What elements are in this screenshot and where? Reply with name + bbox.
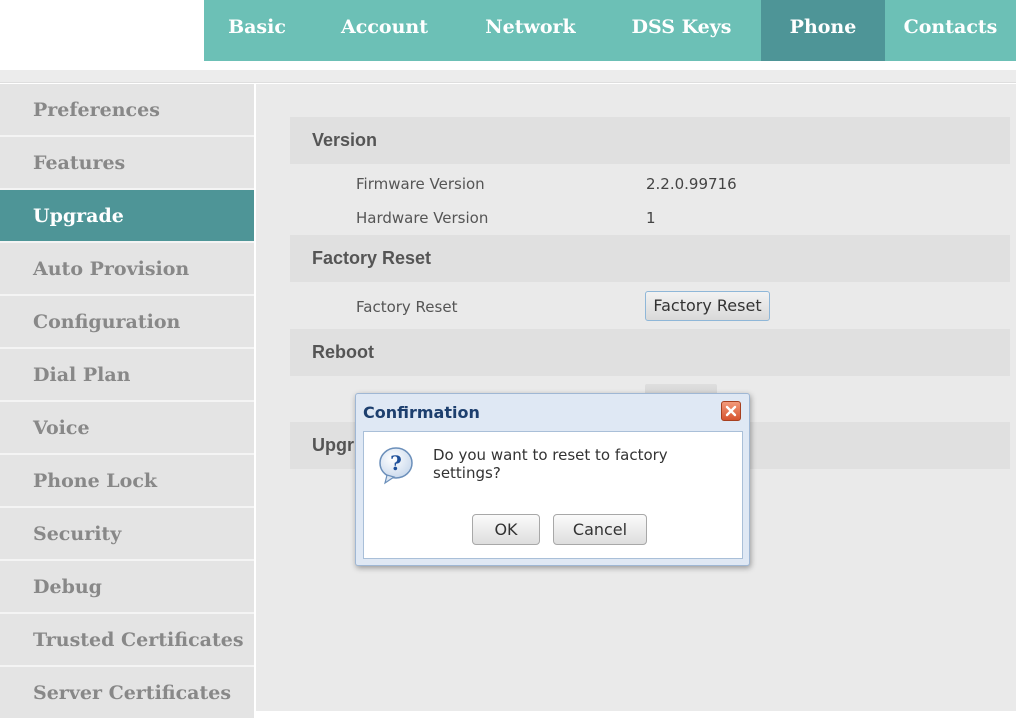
sidebar-item-upgrade[interactable]: Upgrade — [0, 190, 254, 241]
tab-basic[interactable]: Basic — [204, 0, 310, 61]
question-icon: ? — [379, 447, 413, 485]
section-header-reboot: Reboot — [290, 329, 1010, 376]
tab-network[interactable]: Network — [459, 0, 602, 61]
factory-reset-button[interactable]: Factory Reset — [645, 291, 770, 321]
sidebar-item-features[interactable]: Features — [0, 137, 254, 188]
ok-button[interactable]: OK — [472, 514, 540, 545]
top-navigation: Basic Account Network DSS Keys Phone Con… — [204, 0, 1016, 61]
factory-reset-label: Factory Reset — [356, 298, 458, 316]
dialog-title: Confirmation — [363, 403, 480, 422]
sidebar-item-dial-plan[interactable]: Dial Plan — [0, 349, 254, 400]
sidebar-item-server-certificates[interactable]: Server Certificates — [0, 667, 254, 718]
confirmation-dialog: Confirmation ? Do you want to reset to f… — [355, 393, 750, 566]
tab-phone[interactable]: Phone — [761, 0, 885, 61]
svg-text:?: ? — [390, 451, 402, 475]
sidebar-item-debug[interactable]: Debug — [0, 561, 254, 612]
section-header-factory-reset: Factory Reset — [290, 235, 1010, 282]
sidebar-item-phone-lock[interactable]: Phone Lock — [0, 455, 254, 506]
hardware-version-label: Hardware Version — [356, 209, 489, 227]
firmware-version-label: Firmware Version — [356, 175, 485, 193]
sidebar-item-preferences[interactable]: Preferences — [0, 84, 254, 135]
sidebar-item-configuration[interactable]: Configuration — [0, 296, 254, 347]
header-divider — [0, 61, 1016, 83]
sidebar-item-voice[interactable]: Voice — [0, 402, 254, 453]
tab-dss-keys[interactable]: DSS Keys — [602, 0, 761, 61]
hardware-version-value: 1 — [646, 209, 656, 227]
sidebar-item-trusted-certificates[interactable]: Trusted Certificates — [0, 614, 254, 665]
tab-contacts[interactable]: Contacts — [885, 0, 1016, 61]
cancel-button[interactable]: Cancel — [553, 514, 647, 545]
dialog-body: ? Do you want to reset to factory settin… — [363, 431, 743, 559]
tab-account[interactable]: Account — [310, 0, 459, 61]
dialog-message: Do you want to reset to factory settings… — [433, 446, 668, 482]
close-icon[interactable] — [721, 401, 741, 421]
sidebar: Preferences Features Upgrade Auto Provis… — [0, 84, 254, 718]
sidebar-item-auto-provision[interactable]: Auto Provision — [0, 243, 254, 294]
sidebar-item-security[interactable]: Security — [0, 508, 254, 559]
section-header-version: Version — [290, 117, 1010, 164]
firmware-version-value: 2.2.0.99716 — [646, 175, 737, 193]
